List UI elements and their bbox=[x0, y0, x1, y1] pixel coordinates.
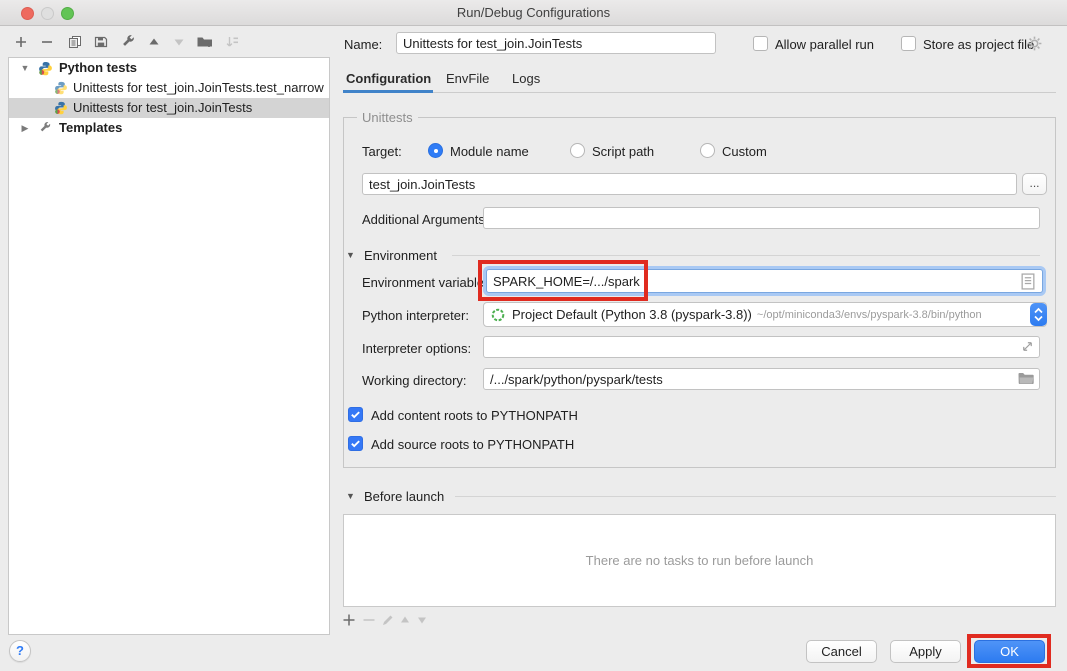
store-as-project-file-label: Store as project file bbox=[923, 37, 1034, 52]
environment-section-title: Environment bbox=[364, 248, 437, 263]
unittests-group-title: Unittests bbox=[357, 110, 418, 125]
python-interpreter-select[interactable]: Project Default (Python 3.8 (pyspark-3.8… bbox=[483, 302, 1047, 327]
apply-button[interactable]: Apply bbox=[890, 640, 961, 663]
python-interpreter-label: Python interpreter: bbox=[362, 308, 469, 323]
additional-arguments-label: Additional Arguments: bbox=[362, 212, 488, 227]
sort-configurations-icon bbox=[223, 33, 241, 51]
before-launch-line bbox=[455, 496, 1056, 497]
target-custom-label: Custom bbox=[722, 144, 767, 159]
python-interpreter-value: Project Default (Python 3.8 (pyspark-3.8… bbox=[512, 307, 752, 322]
collapse-arrow-icon[interactable]: ▼ bbox=[17, 58, 33, 78]
tree-item-unittests-jointests[interactable]: Unittests for test_join.JoinTests bbox=[9, 98, 329, 118]
no-tasks-message: There are no tasks to run before launch bbox=[344, 553, 1055, 568]
move-up-icon[interactable] bbox=[145, 33, 163, 51]
before-launch-collapse-icon[interactable]: ▼ bbox=[346, 491, 355, 501]
expand-field-icon[interactable] bbox=[1020, 339, 1035, 354]
tree-item-python-tests[interactable]: ▼ Python tests bbox=[9, 58, 329, 78]
tree-item-label[interactable]: Unittests for test_join.JoinTests.test_n… bbox=[73, 78, 324, 98]
new-folder-icon[interactable] bbox=[196, 33, 214, 51]
target-module-name-radio[interactable] bbox=[428, 143, 443, 158]
tree-item-templates[interactable]: ▶ Templates bbox=[9, 118, 329, 138]
add-task-icon[interactable] bbox=[341, 612, 357, 628]
active-tab-underline bbox=[343, 90, 433, 93]
copy-configuration-icon[interactable] bbox=[66, 33, 84, 51]
allow-parallel-run-checkbox[interactable] bbox=[753, 36, 768, 51]
window-title: Run/Debug Configurations bbox=[0, 5, 1067, 20]
working-directory-input[interactable] bbox=[483, 368, 1040, 390]
name-input[interactable] bbox=[396, 32, 716, 54]
tree-item-unittests-test-narrow[interactable]: Unittests for test_join.JoinTests.test_n… bbox=[9, 78, 329, 98]
help-button[interactable]: ? bbox=[9, 640, 31, 662]
target-module-name-label: Module name bbox=[450, 144, 529, 159]
conda-env-icon bbox=[491, 308, 505, 322]
tree-item-label[interactable]: Unittests for test_join.JoinTests bbox=[73, 98, 252, 118]
gear-icon[interactable] bbox=[1026, 35, 1043, 52]
add-content-roots-checkbox[interactable] bbox=[348, 407, 363, 422]
python-tests-icon bbox=[37, 58, 53, 78]
python-test-config-icon bbox=[53, 98, 69, 118]
remove-task-icon bbox=[361, 612, 377, 628]
move-down-icon bbox=[170, 33, 188, 51]
allow-parallel-run-label: Allow parallel run bbox=[775, 37, 874, 52]
target-label: Target: bbox=[362, 144, 402, 159]
tab-configuration[interactable]: Configuration bbox=[346, 71, 431, 86]
environment-collapse-icon[interactable]: ▼ bbox=[346, 250, 355, 260]
save-configuration-icon[interactable] bbox=[92, 33, 110, 51]
additional-arguments-input[interactable] bbox=[483, 207, 1040, 229]
environment-variables-label: Environment variables: bbox=[362, 275, 494, 290]
environment-section-line bbox=[452, 255, 1040, 256]
configurations-tree: ▼ Python tests Unittests for test_join.J… bbox=[8, 57, 330, 635]
before-launch-title: Before launch bbox=[364, 489, 444, 504]
tab-divider bbox=[433, 92, 1056, 93]
task-down-icon bbox=[414, 612, 430, 628]
interpreter-options-input[interactable] bbox=[483, 336, 1040, 358]
dropdown-stepper-icon[interactable] bbox=[1030, 303, 1047, 326]
expand-arrow-icon[interactable]: ▶ bbox=[17, 118, 33, 138]
edit-templates-icon[interactable] bbox=[119, 33, 137, 51]
edit-task-icon bbox=[380, 612, 396, 628]
remove-configuration-icon[interactable] bbox=[38, 33, 56, 51]
target-input[interactable] bbox=[362, 173, 1017, 195]
before-launch-tasks-panel: There are no tasks to run before launch bbox=[343, 514, 1056, 607]
tree-item-label[interactable]: Python tests bbox=[59, 58, 137, 78]
target-script-path-radio[interactable] bbox=[570, 143, 585, 158]
title-bar: Run/Debug Configurations bbox=[0, 0, 1067, 26]
run-debug-configurations-dialog: Run/Debug Configurations ▼ Python tests bbox=[0, 0, 1067, 671]
add-content-roots-label: Add content roots to PYTHONPATH bbox=[371, 408, 578, 423]
add-source-roots-checkbox[interactable] bbox=[348, 436, 363, 451]
interpreter-options-label: Interpreter options: bbox=[362, 341, 471, 356]
name-label: Name: bbox=[344, 37, 382, 52]
working-directory-label: Working directory: bbox=[362, 373, 467, 388]
cancel-button[interactable]: Cancel bbox=[806, 640, 877, 663]
browse-variables-icon[interactable] bbox=[1021, 273, 1035, 290]
target-script-path-label: Script path bbox=[592, 144, 654, 159]
tree-item-label[interactable]: Templates bbox=[59, 118, 122, 138]
add-source-roots-label: Add source roots to PYTHONPATH bbox=[371, 437, 574, 452]
target-custom-radio[interactable] bbox=[700, 143, 715, 158]
add-configuration-icon[interactable] bbox=[12, 33, 30, 51]
python-test-config-icon bbox=[53, 78, 69, 98]
store-as-project-file-checkbox[interactable] bbox=[901, 36, 916, 51]
tab-logs[interactable]: Logs bbox=[512, 71, 540, 86]
templates-wrench-icon bbox=[37, 118, 53, 138]
browse-button[interactable]: ... bbox=[1022, 173, 1047, 195]
python-interpreter-path: ~/opt/miniconda3/envs/pyspark-3.8/bin/py… bbox=[757, 309, 982, 321]
task-up-icon bbox=[397, 612, 413, 628]
ok-button[interactable]: OK bbox=[974, 640, 1045, 663]
environment-variables-field[interactable] bbox=[486, 269, 1043, 293]
folder-icon[interactable] bbox=[1017, 371, 1035, 386]
tab-envfile[interactable]: EnvFile bbox=[446, 71, 489, 86]
